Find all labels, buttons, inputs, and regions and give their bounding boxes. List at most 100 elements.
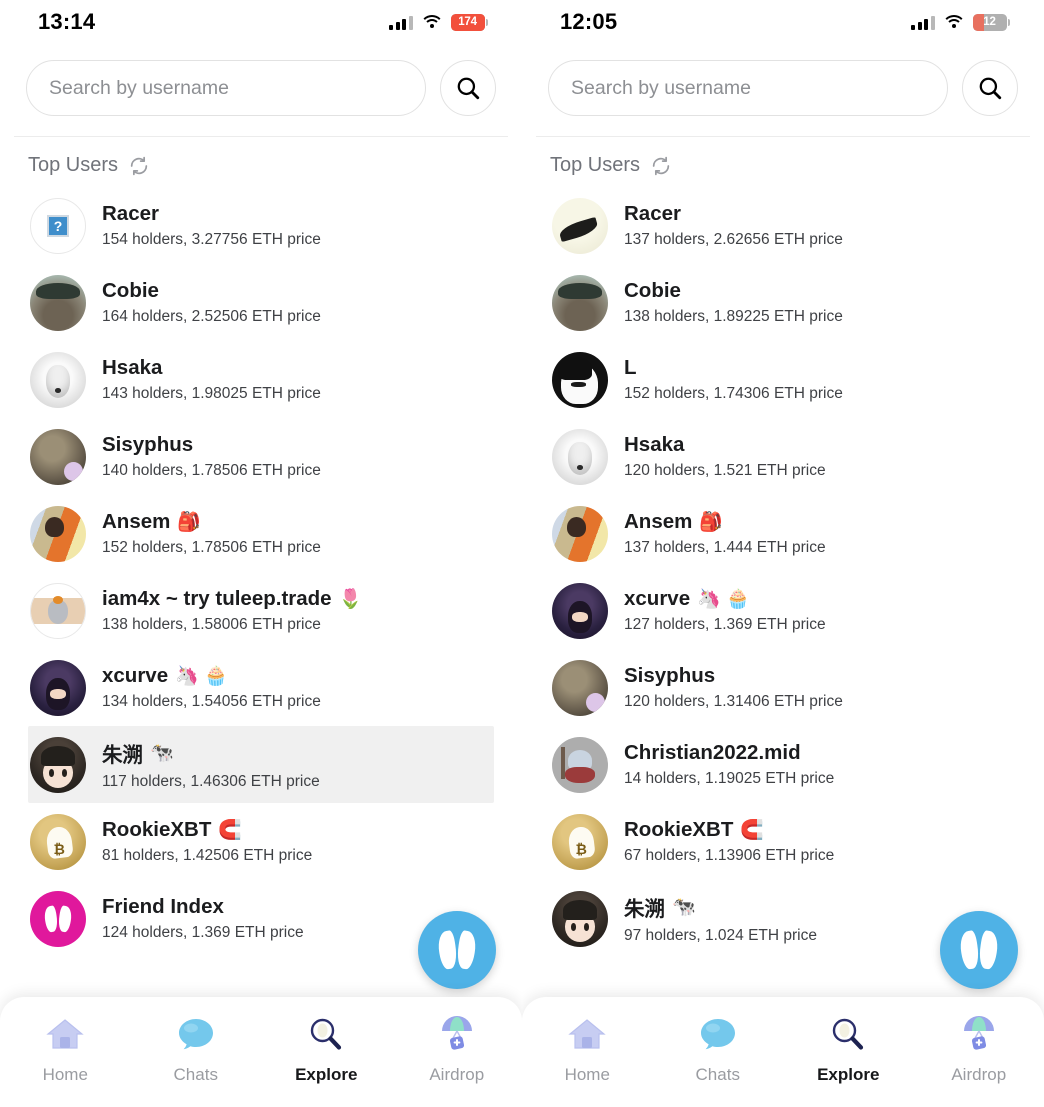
user-list-item[interactable]: Christian2022.mid 14 holders, 1.19025 ETH… [522,726,1044,803]
user-stats: 138 holders, 1.58006 ETH price [102,616,321,634]
user-stats: 124 holders, 1.369 ETH price [102,924,304,942]
user-stats: 120 holders, 1.521 ETH price [624,462,826,480]
battery-cap [485,18,488,26]
user-list-item[interactable]: Hsaka 143 holders, 1.98025 ETH price [0,341,522,418]
user-name-row: xcurve 🦄 🧁 [624,587,826,611]
user-list-item[interactable]: ? Racer 154 holders, 3.27756 ETH price [0,187,522,264]
user-list-item[interactable]: ₿ RookieXBT 🧲 67 holders, 1.13906 ETH price [522,803,1044,880]
user-name-row: Ansem 🎒 [624,510,826,534]
floating-action-button[interactable] [940,911,1018,989]
status-bar-time: 12:05 [560,9,618,34]
user-text: Christian2022.mid 14 holders, 1.19025 ETH… [624,741,834,788]
home-icon [565,1014,609,1054]
user-avatar [552,197,608,254]
user-name-row: Ansem 🎒 [102,510,321,534]
user-name: xcurve [624,587,691,611]
user-name-row: xcurve 🦄 🧁 [102,664,321,688]
user-list-item[interactable]: Racer 137 holders, 2.62656 ETH price [522,187,1044,264]
user-stats: 117 holders, 1.46306 ETH price [102,773,320,791]
user-avatar: ? [30,197,86,254]
top-users-label: Top Users [28,154,119,177]
user-list-item[interactable]: Cobie 138 holders, 1.89225 ETH price [522,264,1044,341]
user-text: Cobie 164 holders, 2.52506 ETH price [102,279,321,326]
tab-explore[interactable]: Explore [783,1014,914,1085]
user-name-row: Racer [624,202,843,226]
top-users-list: ? Racer 154 holders, 3.27756 ETH price Cobi… [0,183,522,957]
user-list-item[interactable]: Ansem 🎒 152 holders, 1.78506 ETH price [0,495,522,572]
user-list-item[interactable]: iam4x ~ try tuleep.trade 🌷 138 holders, 1.… [0,572,522,649]
tab-chats[interactable]: Chats [653,1014,784,1085]
user-text: L 152 holders, 1.74306 ETH price [624,356,843,403]
tab-label: Chats [695,1065,740,1084]
user-list-item[interactable]: xcurve 🦄 🧁 127 holders, 1.369 ETH price [522,572,1044,649]
user-text: RookieXBT 🧲 81 holders, 1.42506 ETH price [102,818,312,865]
user-text: RookieXBT 🧲 67 holders, 1.13906 ETH price [624,818,834,865]
user-name: Cobie [102,279,159,303]
search-input[interactable]: Search by username [26,60,426,116]
refresh-icon[interactable] [128,155,150,177]
tab-airdrop[interactable]: Airdrop [392,1014,523,1085]
user-name-emoji: 🐄 [672,897,696,919]
friendtech-logo-icon [418,911,496,989]
user-avatar [30,505,86,562]
user-stats: 152 holders, 1.78506 ETH price [102,539,321,557]
user-avatar [30,428,86,485]
tab-home[interactable]: Home [0,1014,131,1085]
user-list-item[interactable]: Sisyphus 140 holders, 1.78506 ETH price [0,418,522,495]
tab-home[interactable]: Home [522,1014,653,1085]
user-list-item[interactable]: Ansem 🎒 137 holders, 1.444 ETH price [522,495,1044,572]
dual-screenshot-comparison: 13:14 174 Search by username Top Users? Race… [0,0,1044,1107]
battery-level-text: 174 [458,16,477,28]
parachute-icon [957,1014,1001,1054]
search-icon [304,1014,348,1054]
user-avatar [30,274,86,331]
user-name: Christian2022.mid [624,741,801,765]
user-name-row: 朱溯 🐄 [624,892,817,922]
user-name-emoji: 🦄 🧁 [175,666,228,688]
user-name: Ansem [624,510,693,534]
tab-chats[interactable]: Chats [131,1014,262,1085]
user-name-emoji: 🎒 [177,512,202,534]
user-list-item[interactable]: L 152 holders, 1.74306 ETH price [522,341,1044,418]
user-list-item[interactable]: Hsaka 120 holders, 1.521 ETH price [522,418,1044,495]
search-input-placeholder: Search by username [571,76,751,99]
user-text: Hsaka 120 holders, 1.521 ETH price [624,433,826,480]
user-avatar: ₿ [30,813,86,870]
user-name-emoji: 🐄 [150,743,174,765]
status-bar-indicators: 174 [389,13,488,31]
bottom-tab-bar: Home Chats Explore Airdrop [522,997,1044,1107]
search-bar-container: Search by username [0,44,522,116]
user-list-item[interactable]: Sisyphus 120 holders, 1.31406 ETH price [522,649,1044,726]
user-avatar [552,505,608,562]
user-list-item[interactable]: ₿ RookieXBT 🧲 81 holders, 1.42506 ETH price [0,803,522,880]
user-list-item[interactable]: xcurve 🦄 🧁 134 holders, 1.54056 ETH price [0,649,522,726]
user-text: iam4x ~ try tuleep.trade 🌷 138 holders, 1.… [102,587,362,634]
user-text: Hsaka 143 holders, 1.98025 ETH price [102,356,321,403]
top-users-header: Top Users [0,137,522,183]
user-stats: 120 holders, 1.31406 ETH price [624,693,843,711]
search-button[interactable] [962,60,1018,116]
user-text: Friend Index 124 holders, 1.369 ETH price [102,895,304,942]
search-bar-container: Search by username [522,44,1044,116]
chat-icon [696,1014,740,1054]
user-name: Sisyphus [102,433,194,457]
user-list-item[interactable]: 朱溯 🐄 117 holders, 1.46306 ETH price [28,726,494,804]
user-name: RookieXBT [624,818,734,842]
tab-airdrop[interactable]: Airdrop [914,1014,1044,1085]
user-avatar [30,351,86,408]
user-stats: 137 holders, 2.62656 ETH price [624,231,843,249]
user-name-row: Christian2022.mid [624,741,834,765]
user-stats: 164 holders, 2.52506 ETH price [102,308,321,326]
search-button[interactable] [440,60,496,116]
user-stats: 154 holders, 3.27756 ETH price [102,231,321,249]
user-stats: 14 holders, 1.19025 ETH price [624,770,835,788]
floating-action-button[interactable] [418,911,496,989]
user-stats: 152 holders, 1.74306 ETH price [624,385,843,403]
tab-explore[interactable]: Explore [261,1014,392,1085]
refresh-icon[interactable] [650,155,672,177]
user-list-item[interactable]: Cobie 164 holders, 2.52506 ETH price [0,264,522,341]
user-text: 朱溯 🐄 97 holders, 1.024 ETH price [624,892,817,945]
battery-icon: 12 [972,13,1010,31]
user-stats: 138 holders, 1.89225 ETH price [624,308,843,326]
search-input[interactable]: Search by username [548,60,948,116]
